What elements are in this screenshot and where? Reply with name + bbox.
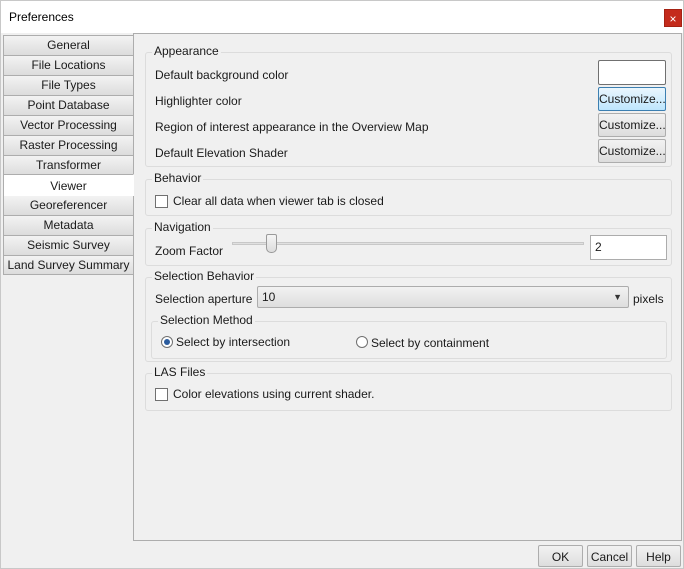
default-background-swatch[interactable]: [598, 60, 666, 85]
window-title: Preferences: [9, 10, 74, 24]
zoom-factor-label: Zoom Factor: [155, 244, 224, 258]
selection-aperture-value: 10: [262, 290, 276, 304]
tab-raster-processing[interactable]: Raster Processing: [3, 135, 134, 155]
tab-list: General File Locations File Types Point …: [3, 35, 134, 275]
viewer-settings-panel: Appearance Default background color High…: [133, 33, 682, 541]
tab-file-types[interactable]: File Types: [3, 75, 134, 95]
selection-behavior-legend: Selection Behavior: [152, 269, 257, 283]
aperture-unit-label: pixels: [633, 292, 664, 306]
roi-customize-button[interactable]: Customize...: [598, 113, 666, 137]
elevation-shader-label: Default Elevation Shader: [155, 146, 288, 160]
zoom-slider-track[interactable]: [232, 242, 584, 245]
navigation-group: Navigation Zoom Factor 2: [145, 220, 672, 266]
selection-method-legend: Selection Method: [158, 313, 255, 327]
highlighter-label: Highlighter color: [155, 94, 242, 108]
close-icon: ×: [669, 12, 677, 26]
chevron-down-icon: ▼: [613, 292, 622, 302]
behavior-group: Behavior Clear all data when viewer tab …: [145, 171, 672, 216]
help-button[interactable]: Help: [636, 545, 681, 567]
close-button[interactable]: ×: [664, 9, 682, 27]
zoom-slider-thumb[interactable]: [266, 234, 277, 253]
elevation-customize-button[interactable]: Customize...: [598, 139, 666, 163]
las-files-legend: LAS Files: [152, 365, 208, 379]
color-elevations-label: Color elevations using current shader.: [173, 387, 375, 401]
highlighter-customize-button[interactable]: Customize...: [598, 87, 666, 111]
clear-data-label: Clear all data when viewer tab is closed: [173, 194, 384, 208]
navigation-legend: Navigation: [152, 220, 213, 234]
ok-button[interactable]: OK: [538, 545, 583, 567]
las-files-group: LAS Files Color elevations using current…: [145, 365, 672, 411]
tab-metadata[interactable]: Metadata: [3, 215, 134, 235]
intersection-radio[interactable]: [161, 336, 173, 348]
title-bar: Preferences ×: [1, 1, 683, 33]
color-elevations-checkbox[interactable]: [155, 388, 168, 401]
containment-radio[interactable]: [356, 336, 368, 348]
cancel-button[interactable]: Cancel: [587, 545, 632, 567]
tab-transformer[interactable]: Transformer: [3, 155, 134, 175]
behavior-legend: Behavior: [152, 171, 204, 185]
tab-point-database[interactable]: Point Database: [3, 95, 134, 115]
containment-label: Select by containment: [371, 336, 490, 350]
selection-aperture-label: Selection aperture: [155, 292, 253, 306]
tab-georeferencer[interactable]: Georeferencer: [3, 195, 134, 215]
selection-behavior-group: Selection Behavior Selection aperture 10…: [145, 269, 672, 362]
preferences-window: Preferences × General File Locations Fil…: [0, 0, 684, 569]
tab-file-locations[interactable]: File Locations: [3, 55, 134, 75]
selection-method-group: Selection Method Select by intersection …: [151, 313, 667, 359]
selection-aperture-select[interactable]: 10 ▼: [257, 286, 629, 308]
intersection-label: Select by intersection: [176, 335, 291, 349]
tab-seismic-survey[interactable]: Seismic Survey: [3, 235, 134, 255]
tab-general[interactable]: General: [3, 35, 134, 55]
roi-appearance-label: Region of interest appearance in the Ove…: [155, 120, 429, 134]
clear-data-checkbox[interactable]: [155, 195, 168, 208]
zoom-factor-input[interactable]: 2: [590, 235, 667, 260]
appearance-legend: Appearance: [152, 44, 221, 58]
tab-vector-processing[interactable]: Vector Processing: [3, 115, 134, 135]
appearance-group: Appearance Default background color High…: [145, 44, 672, 167]
tab-land-survey-summary[interactable]: Land Survey Summary: [3, 255, 134, 275]
tab-viewer[interactable]: Viewer: [3, 174, 134, 196]
default-background-label: Default background color: [155, 68, 289, 82]
